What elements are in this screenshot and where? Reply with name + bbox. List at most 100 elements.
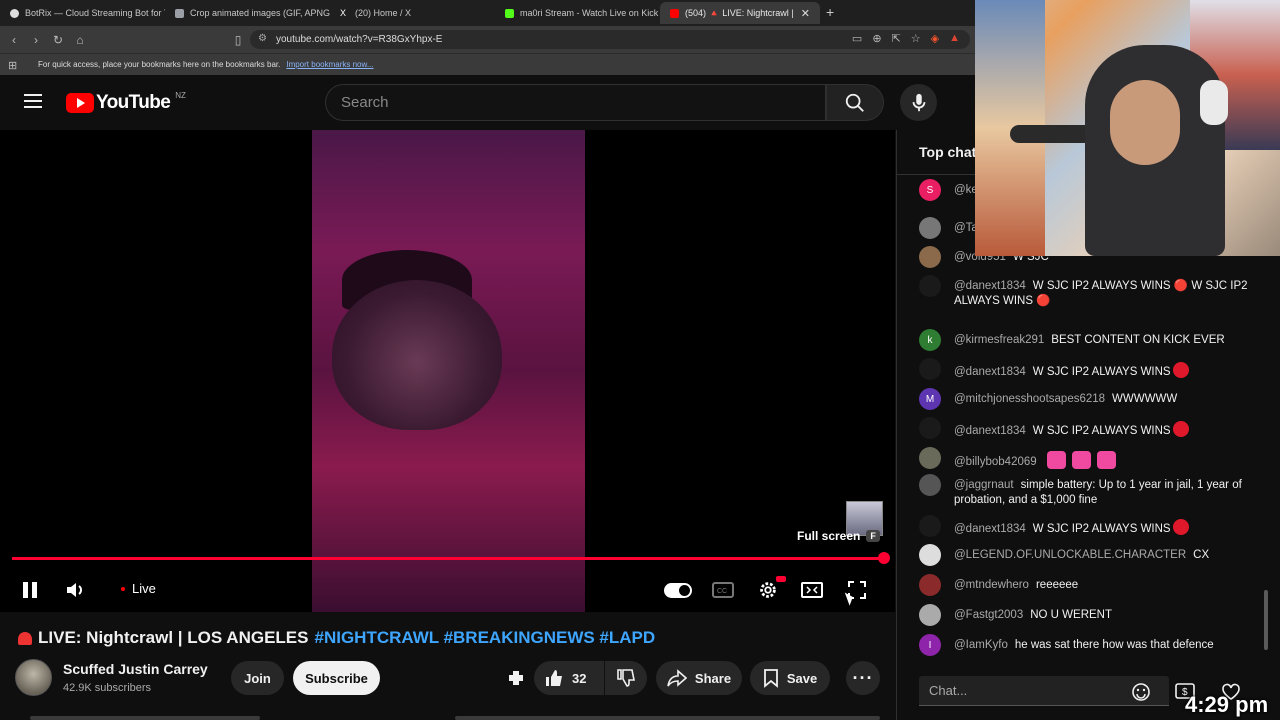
comments-edge [455, 716, 880, 720]
subscribe-button[interactable]: Subscribe [293, 661, 380, 695]
chat-author-avatar[interactable] [919, 604, 941, 626]
site-info-icon[interactable]: ⚙ [258, 33, 267, 44]
chat-author-name[interactable]: @billybob42069 [954, 456, 1037, 468]
chat-message[interactable]: @danext1834 W SJC IP2 ALWAYS WINS 🔴 W SJC… [919, 275, 1249, 309]
chat-author-avatar[interactable] [919, 515, 941, 537]
chat-author-avatar[interactable]: M [919, 388, 941, 410]
video-player[interactable]: Full screen F Live CC [0, 130, 895, 612]
chat-author-avatar[interactable] [919, 417, 941, 439]
tab-x-home[interactable]: X (20) Home / X [330, 2, 495, 24]
chat-author-name[interactable]: @danext1834 [954, 366, 1026, 378]
video-hashtags[interactable]: #NIGHTCRAWL #BREAKINGNEWS #LAPD [315, 628, 656, 648]
fullscreen-tooltip: Full screen F [797, 529, 880, 543]
chat-author-name[interactable]: @Fastgt2003 [954, 609, 1023, 621]
brave-shield-icon[interactable]: ◈ [931, 32, 939, 45]
chat-message[interactable]: @danext1834 W SJC IP2 ALWAYS WINS [919, 358, 1249, 380]
reload-icon[interactable]: ↻ [48, 33, 68, 47]
live-indicator[interactable]: Live [121, 581, 156, 596]
progress-scrubber[interactable] [878, 552, 890, 564]
chat-message[interactable]: k @kirmesfreak291 BEST CONTENT ON KICK EVE… [919, 329, 1249, 351]
search-button[interactable] [826, 84, 884, 121]
volume-button[interactable] [62, 576, 90, 604]
chat-author-name[interactable]: @kirmesfreak291 [954, 334, 1044, 346]
chat-author-avatar[interactable] [919, 275, 941, 297]
chat-message[interactable]: @danext1834 W SJC IP2 ALWAYS WINS [919, 417, 1249, 439]
cast-icon[interactable]: ▭ [852, 32, 862, 45]
search-input[interactable]: Search [325, 84, 826, 121]
home-icon[interactable]: ⌂ [70, 33, 90, 47]
subtitles-button[interactable]: CC [709, 576, 737, 604]
chat-author-name[interactable]: @LEGEND.OF.UNLOCKABLE.CHARACTER [954, 549, 1186, 561]
pink-monster-emoji-icon [1046, 451, 1066, 469]
chat-author-name[interactable]: @jaggrnaut [954, 479, 1014, 491]
tab-youtube-live[interactable]: (504) 🔺 LIVE: Nightcrawl | LO ✕ [660, 2, 820, 24]
join-button[interactable]: Join [231, 661, 284, 695]
chat-message[interactable]: @Fastgt2003 NO U WERENT [919, 604, 1249, 626]
channel-avatar[interactable] [15, 659, 52, 696]
chat-author-avatar[interactable] [919, 217, 941, 239]
pause-button[interactable] [16, 576, 44, 604]
share-page-icon[interactable]: ⇱ [892, 32, 901, 45]
chat-author-avatar[interactable]: I [919, 634, 941, 656]
share-button[interactable]: Share [656, 661, 742, 695]
chat-author-name[interactable]: @mtndewhero [954, 579, 1029, 591]
chat-mode-dropdown[interactable]: Top chat [919, 144, 976, 160]
chat-message[interactable]: @mtndewhero reeeeee [919, 574, 1249, 596]
import-bookmarks-link[interactable]: Import bookmarks now... [286, 60, 373, 69]
chat-author-avatar[interactable] [919, 574, 941, 596]
chat-message[interactable]: @jaggrnaut simple battery: Up to 1 year i… [919, 474, 1249, 508]
brave-rewards-icon[interactable]: ▲ [949, 32, 960, 45]
chat-message-body: @danext1834 W SJC IP2 ALWAYS WINS [954, 421, 1191, 439]
chat-author-avatar[interactable] [919, 246, 941, 268]
chat-message-body: @danext1834 W SJC IP2 ALWAYS WINS 🔴 W SJC… [954, 279, 1249, 309]
chat-author-name[interactable]: @mitchjonesshootsapes6218 [954, 393, 1105, 405]
puzzle-clip-icon [509, 671, 523, 685]
tab-botrix[interactable]: BotRix — Cloud Streaming Bot for Tw [0, 2, 165, 24]
chat-author-avatar[interactable]: k [919, 329, 941, 351]
voice-search-button[interactable] [900, 84, 937, 121]
chat-message[interactable]: @billybob42069 [919, 447, 1249, 470]
chat-author-name[interactable]: @danext1834 [954, 280, 1026, 292]
chat-author-avatar[interactable] [919, 474, 941, 496]
channel-name[interactable]: Scuffed Justin Carrey [63, 661, 208, 677]
tab-kick-stream[interactable]: ma0ri Stream - Watch Live on Kick [495, 2, 660, 24]
red-circle-emoji-icon [1172, 519, 1189, 535]
chat-message-text: W SJC IP2 ALWAYS WINS [1032, 425, 1171, 437]
chat-message[interactable]: @danext1834 W SJC IP2 ALWAYS WINS [919, 515, 1249, 537]
dislike-button[interactable] [605, 661, 647, 695]
emoji-button[interactable] [1129, 680, 1153, 704]
new-tab-icon[interactable]: + [826, 4, 834, 20]
save-button[interactable]: Save [750, 661, 830, 695]
chat-author-name[interactable]: @danext1834 [954, 425, 1026, 437]
chat-author-avatar[interactable] [919, 447, 941, 469]
chat-scrollbar[interactable] [1264, 590, 1268, 650]
chat-author-name[interactable]: @IamKyfo [954, 639, 1008, 651]
back-icon[interactable]: ‹ [4, 33, 24, 47]
tab-crop-images[interactable]: Crop animated images (GIF, APNG, W [165, 2, 330, 24]
bookmark-icon[interactable]: ▯ [228, 33, 248, 47]
chat-message-text: BEST CONTENT ON KICK EVER [1051, 334, 1225, 346]
chat-message[interactable]: @LEGEND.OF.UNLOCKABLE.CHARACTER CX [919, 544, 1249, 566]
youtube-logo[interactable]: YouTube NZ [66, 91, 186, 114]
menu-icon[interactable] [24, 94, 42, 108]
progress-bar[interactable] [12, 557, 884, 560]
bookmark-star-icon[interactable]: ☆ [911, 32, 921, 45]
more-actions-button[interactable]: ··· [846, 661, 880, 695]
zoom-icon[interactable]: ⊕ [872, 32, 881, 45]
chat-author-avatar[interactable] [919, 358, 941, 380]
chat-message[interactable]: I @IamKyfo he was sat there how was that d… [919, 634, 1249, 656]
chat-message[interactable]: M @mitchjonesshootsapes6218 WWWWWW [919, 388, 1249, 410]
forward-icon[interactable]: › [26, 33, 46, 47]
close-tab-icon[interactable]: ✕ [801, 7, 810, 20]
chat-author-name[interactable]: @danext1834 [954, 523, 1026, 535]
clip-button[interactable] [499, 661, 533, 695]
theater-mode-button[interactable] [798, 576, 826, 604]
tab-title: (20) Home / X [355, 8, 412, 18]
like-button[interactable]: 32 [534, 661, 604, 695]
chat-author-avatar[interactable] [919, 544, 941, 566]
chat-author-avatar[interactable]: S [919, 179, 941, 201]
apps-grid-icon[interactable]: ⊞ [8, 59, 17, 72]
settings-button[interactable] [754, 576, 786, 604]
screen: BotRix — Cloud Streaming Bot for Tw Crop… [0, 0, 1280, 720]
autoplay-toggle[interactable] [664, 583, 692, 598]
